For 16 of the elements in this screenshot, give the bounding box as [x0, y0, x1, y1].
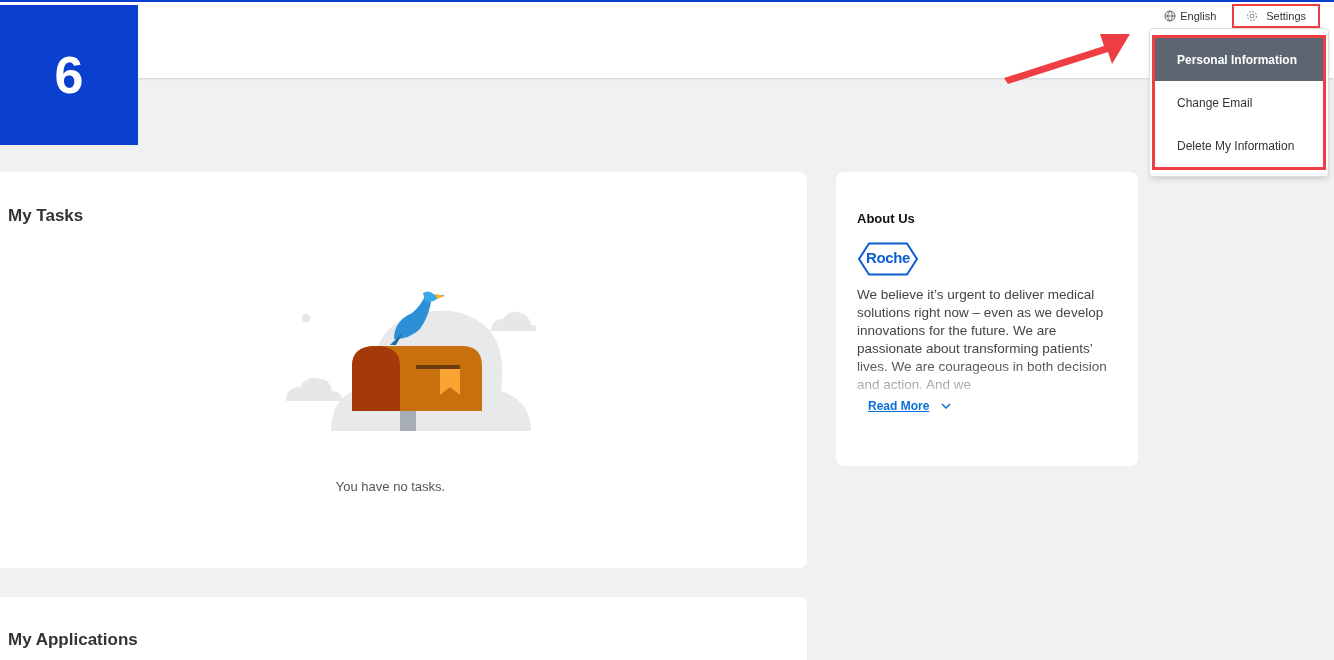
- about-text: We believe it’s urgent to deliver medical solutions right now – even as we develop innovations for the future. We are passionate about transforming patients’ lives. We are courageous in both decision and action. And we: [857, 285, 1108, 394]
- settings-icon: [1246, 10, 1259, 22]
- language-button[interactable]: English: [1156, 6, 1225, 26]
- read-more-link[interactable]: Read More: [868, 396, 952, 415]
- roche-logo: Roche: [857, 241, 919, 276]
- menu-item[interactable]: Change Email: [1155, 81, 1323, 124]
- menu-item[interactable]: Delete My Information: [1155, 124, 1323, 167]
- empty-message: You have no tasks.: [335, 477, 446, 496]
- card-title: My Applications: [7, 629, 139, 651]
- step-badge: 6: [0, 5, 138, 145]
- card-title: My Tasks: [7, 205, 85, 227]
- card-title: About Us: [857, 210, 916, 228]
- chevron-down-icon: [941, 402, 952, 409]
- menu-item[interactable]: Personal Information: [1155, 38, 1323, 81]
- globe-icon: [1164, 10, 1177, 22]
- settings-button[interactable]: Settings: [1232, 4, 1320, 28]
